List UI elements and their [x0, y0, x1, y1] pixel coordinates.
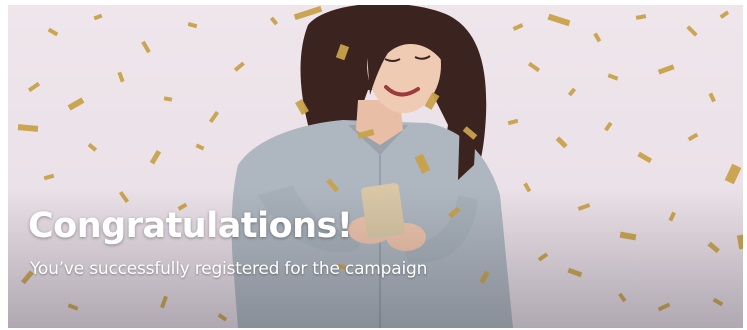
- registration-confirmation-text: You’ve successfully registered for the c…: [30, 259, 428, 279]
- phone: [361, 183, 405, 239]
- congratulations-title: Congratulations!: [28, 206, 353, 246]
- campaign-banner: Congratulations! You’ve successfully reg…: [8, 5, 743, 328]
- celebration-illustration: [17, 5, 743, 328]
